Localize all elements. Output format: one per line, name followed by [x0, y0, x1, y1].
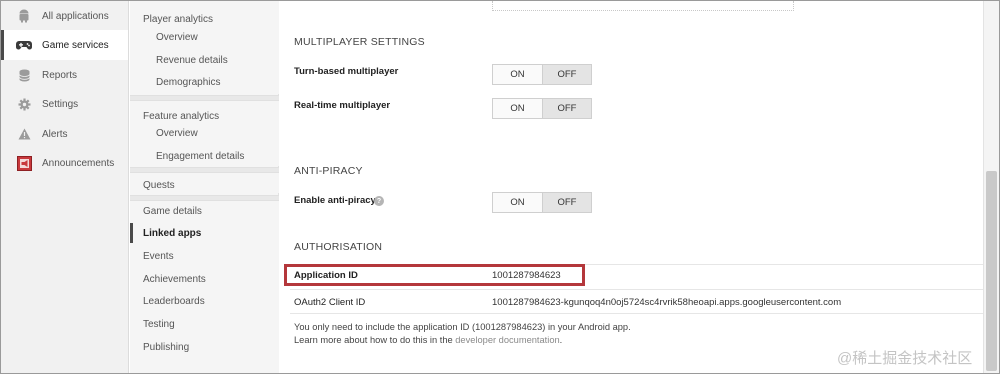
nav-announcements[interactable]: Announcements — [1, 148, 128, 178]
subnav-demographics[interactable]: Demographics — [156, 77, 220, 88]
subnav-publishing[interactable]: Publishing — [143, 342, 189, 353]
subnav-player-analytics[interactable]: Player analytics — [143, 14, 213, 25]
console-window: All applications Game services Reports S… — [0, 0, 1000, 374]
subnav-game-details[interactable]: Game details — [143, 206, 202, 217]
subnav-engagement-details[interactable]: Engagement details — [156, 151, 244, 162]
oauth-client-id-label: OAuth2 Client ID — [294, 297, 366, 308]
nav-label: Reports — [42, 69, 78, 81]
subnav-player-overview[interactable]: Overview — [156, 32, 198, 43]
anti-piracy-on-button[interactable]: ON — [493, 193, 542, 212]
nav-reports[interactable]: Reports — [1, 60, 128, 90]
learn-more-note: Learn more about how to do this in the d… — [294, 335, 562, 345]
nav-game-services[interactable]: Game services — [1, 30, 128, 60]
feature-analytics-group: Feature analytics Overview Engagement de… — [130, 101, 279, 166]
subnav-events[interactable]: Events — [143, 251, 174, 262]
anti-piracy-off-button[interactable]: OFF — [541, 193, 591, 212]
row-divider — [290, 313, 983, 314]
warning-icon — [14, 126, 34, 142]
android-icon — [14, 8, 34, 24]
developer-documentation-link[interactable]: developer documentation — [455, 335, 559, 345]
game-config-group: Game details Linked apps Events Achievem… — [130, 201, 279, 373]
quests-group: Quests — [130, 173, 279, 193]
multiplayer-settings-title: MULTIPLAYER SETTINGS — [294, 36, 425, 48]
subnav-leaderboards[interactable]: Leaderboards — [143, 296, 205, 307]
help-icon[interactable]: ? — [374, 196, 384, 206]
gear-icon — [14, 96, 34, 112]
turn-based-toggle: ON OFF — [492, 64, 592, 85]
subnav-testing[interactable]: Testing — [143, 319, 175, 330]
previous-field-box — [492, 1, 794, 11]
turn-based-label: Turn-based multiplayer — [294, 66, 399, 77]
nav-label: All applications — [42, 10, 109, 22]
nav-label: Announcements — [42, 157, 115, 169]
enable-anti-piracy-label: Enable anti-piracy — [294, 195, 376, 206]
announcement-icon — [14, 155, 34, 171]
turn-based-off-button[interactable]: OFF — [541, 65, 591, 84]
application-id-note: You only need to include the application… — [294, 322, 631, 332]
nav-settings[interactable]: Settings — [1, 89, 128, 119]
watermark: @稀土掘金技术社区 — [837, 350, 973, 367]
anti-piracy-toggle: ON OFF — [492, 192, 592, 213]
nav-alerts[interactable]: Alerts — [1, 119, 128, 149]
learn-more-prefix: Learn more about how to do this in the — [294, 335, 456, 345]
game-services-subnav: Player analytics Overview Revenue detail… — [130, 1, 279, 373]
active-indicator — [130, 223, 133, 243]
row-divider — [290, 289, 983, 290]
subnav-achievements[interactable]: Achievements — [143, 274, 206, 285]
subnav-feature-analytics[interactable]: Feature analytics — [143, 111, 219, 122]
scrollbar-thumb[interactable] — [986, 171, 997, 371]
authorisation-title: AUTHORISATION — [294, 241, 383, 253]
subnav-linked-apps[interactable]: Linked apps — [143, 228, 201, 239]
nav-label: Alerts — [42, 128, 68, 140]
nav-all-applications[interactable]: All applications — [1, 1, 128, 31]
subnav-feature-overview[interactable]: Overview — [156, 128, 198, 139]
anti-piracy-title: ANTI-PIRACY — [294, 165, 363, 177]
real-time-label: Real-time multiplayer — [294, 100, 391, 111]
subnav-quests[interactable]: Quests — [143, 180, 175, 191]
learn-more-suffix: . — [559, 335, 563, 345]
turn-based-on-button[interactable]: ON — [493, 65, 542, 84]
real-time-toggle: ON OFF — [492, 98, 592, 119]
left-navigation: All applications Game services Reports S… — [1, 1, 129, 373]
real-time-off-button[interactable]: OFF — [541, 99, 591, 118]
subnav-revenue-details[interactable]: Revenue details — [156, 55, 228, 66]
real-time-on-button[interactable]: ON — [493, 99, 542, 118]
application-id-highlight — [284, 264, 585, 286]
nav-label: Game services — [42, 39, 109, 51]
database-icon — [14, 67, 34, 83]
oauth-client-id-value: 1001287984623-kgunqoq4n0oj5724sc4rvrik58… — [492, 297, 842, 308]
nav-label: Settings — [42, 98, 79, 110]
linked-app-settings: MULTIPLAYER SETTINGS Turn-based multipla… — [280, 1, 983, 373]
player-analytics-group: Player analytics Overview Revenue detail… — [130, 1, 279, 94]
gamepad-icon — [14, 37, 34, 53]
